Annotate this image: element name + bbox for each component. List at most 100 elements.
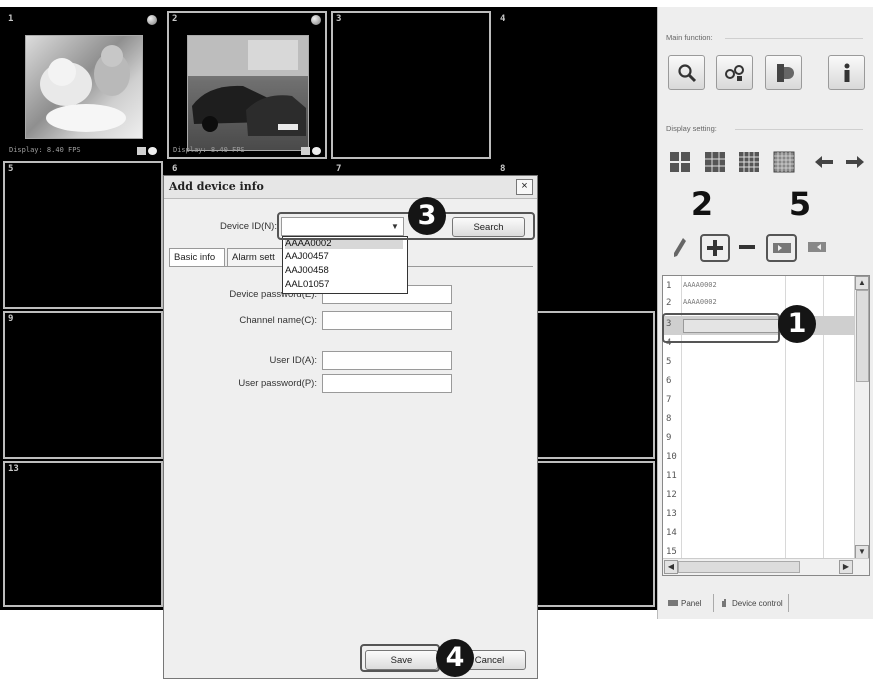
add-device-button[interactable] [700,234,730,262]
close-icon[interactable]: × [516,179,533,195]
connect-device-button[interactable] [766,234,797,262]
plus-icon [707,240,723,256]
dialog-titlebar: Add device info × [164,176,537,199]
layout-2-button[interactable] [703,150,727,174]
hand-icon [722,599,726,607]
cell-number: 5 [8,164,14,174]
highlight-save [360,644,440,672]
scroll-down-icon[interactable]: ▼ [855,545,869,559]
device-row[interactable]: 6 [663,373,856,392]
fps-readout: Display: 8.40 FPS [9,146,81,154]
pencil-icon [674,238,686,257]
device-row[interactable]: 11 [663,468,856,487]
about-button[interactable] [828,55,865,90]
grid-4x4-icon [739,152,759,172]
user-id-label: User ID(A): [269,355,318,366]
cell-number: 7 [336,164,342,174]
tab-panel[interactable]: Panel [668,594,701,612]
snapshot-icon[interactable] [312,147,321,155]
scroll-thumb[interactable] [678,561,800,573]
video-cell-13[interactable]: 13 [3,461,163,607]
minus-icon [739,245,755,249]
cameras-icon [724,64,744,81]
previous-page-button[interactable] [812,150,836,174]
video-cell-9[interactable]: 9 [3,311,163,459]
video-cell-1[interactable]: 1 Display: 8.40 FPS [3,11,163,159]
highlight-device-row [662,313,780,343]
cell-number: 8 [500,164,506,174]
camera-status-icon [147,15,157,25]
user-password-field[interactable] [322,374,452,393]
grid-5x5-icon [773,151,795,173]
user-id-field[interactable] [322,351,452,370]
layout-4-button[interactable] [772,150,796,174]
dialog-title: Add device info [169,180,264,193]
dropdown-option[interactable]: AAJ00457 [285,251,329,262]
user-password-label: User password(P): [238,378,317,389]
recorder-button[interactable] [765,55,802,90]
layout-3-button[interactable] [737,150,761,174]
step-2-marker: 2 [690,185,714,223]
device-row[interactable]: 8 [663,411,856,430]
device-row[interactable]: 10 [663,449,856,468]
scroll-left-icon[interactable]: ◀ [664,560,678,574]
camera-status-icon [311,15,321,25]
record-icon[interactable] [301,147,310,155]
cell-number: 1 [8,14,14,24]
step-1-marker: 1 [778,305,816,343]
tab-device-control[interactable]: Device control [713,594,789,612]
video-cell-3[interactable]: 3 [331,11,491,159]
snapshot-icon[interactable] [148,147,157,155]
cell-number: 13 [8,464,19,474]
step-3-marker: 3 [408,197,446,235]
cell-number: 4 [500,14,506,24]
scroll-thumb[interactable] [856,290,869,382]
layout-1-button[interactable] [668,150,692,174]
scroll-right-icon[interactable]: ▶ [839,560,853,574]
video-cell-4[interactable]: 4 [495,11,655,159]
record-icon[interactable] [137,147,146,155]
cell-number: 6 [172,164,178,174]
step-5-marker: 5 [788,185,812,223]
channel-name-label: Channel name(C): [239,315,317,326]
cell-number: 3 [336,14,342,24]
grid-2x2-icon [670,152,690,172]
scroll-up-icon[interactable]: ▲ [855,276,869,290]
tab-basic-info[interactable]: Basic info [169,248,225,267]
tab-alarm-settings[interactable]: Alarm sett [227,248,283,267]
device-row[interactable]: 5 [663,354,856,373]
remove-device-button[interactable] [733,234,761,260]
device-id-dropdown-list[interactable]: AAAA0002 AAJ00457 AAJ00458 AAL01057 [282,236,408,294]
camera-settings-button[interactable] [716,55,753,90]
recorder-icon [776,63,794,82]
connect-icon [772,243,791,253]
main-function-title: Main function: [666,33,713,42]
video-feed-baby [25,35,143,139]
search-icon [677,63,696,82]
device-row[interactable]: 9 [663,430,856,449]
cell-number: 9 [8,314,14,324]
video-cell-2[interactable]: 2 Display: 8.40 FPS [167,11,327,159]
step-4-marker: 4 [436,639,474,677]
next-page-button[interactable] [843,150,867,174]
device-row[interactable]: 14 [663,525,856,544]
disconnect-device-button[interactable] [803,234,831,260]
channel-name-field[interactable] [322,311,452,330]
video-cell-5[interactable]: 5 [3,161,163,309]
edit-device-button[interactable] [666,234,694,260]
dropdown-option[interactable]: AAL01057 [285,279,329,290]
device-row[interactable]: 13 [663,506,856,525]
info-icon [844,63,849,82]
arrow-right-icon [846,156,864,168]
arrow-left-icon [815,156,833,168]
dropdown-option[interactable]: AAJ00458 [285,265,329,276]
device-row[interactable]: 7 [663,392,856,411]
cell-number: 2 [172,14,178,24]
highlight-device-id-search [277,212,535,240]
device-row[interactable]: 2 AAAA0002 [663,295,856,314]
horizontal-scrollbar[interactable]: ◀ ▶ [663,558,869,575]
grid-3x3-icon [705,152,725,172]
device-row[interactable]: 12 [663,487,856,506]
vertical-scrollbar[interactable]: ▲ ▼ [854,276,869,559]
search-device-button[interactable] [668,55,705,90]
